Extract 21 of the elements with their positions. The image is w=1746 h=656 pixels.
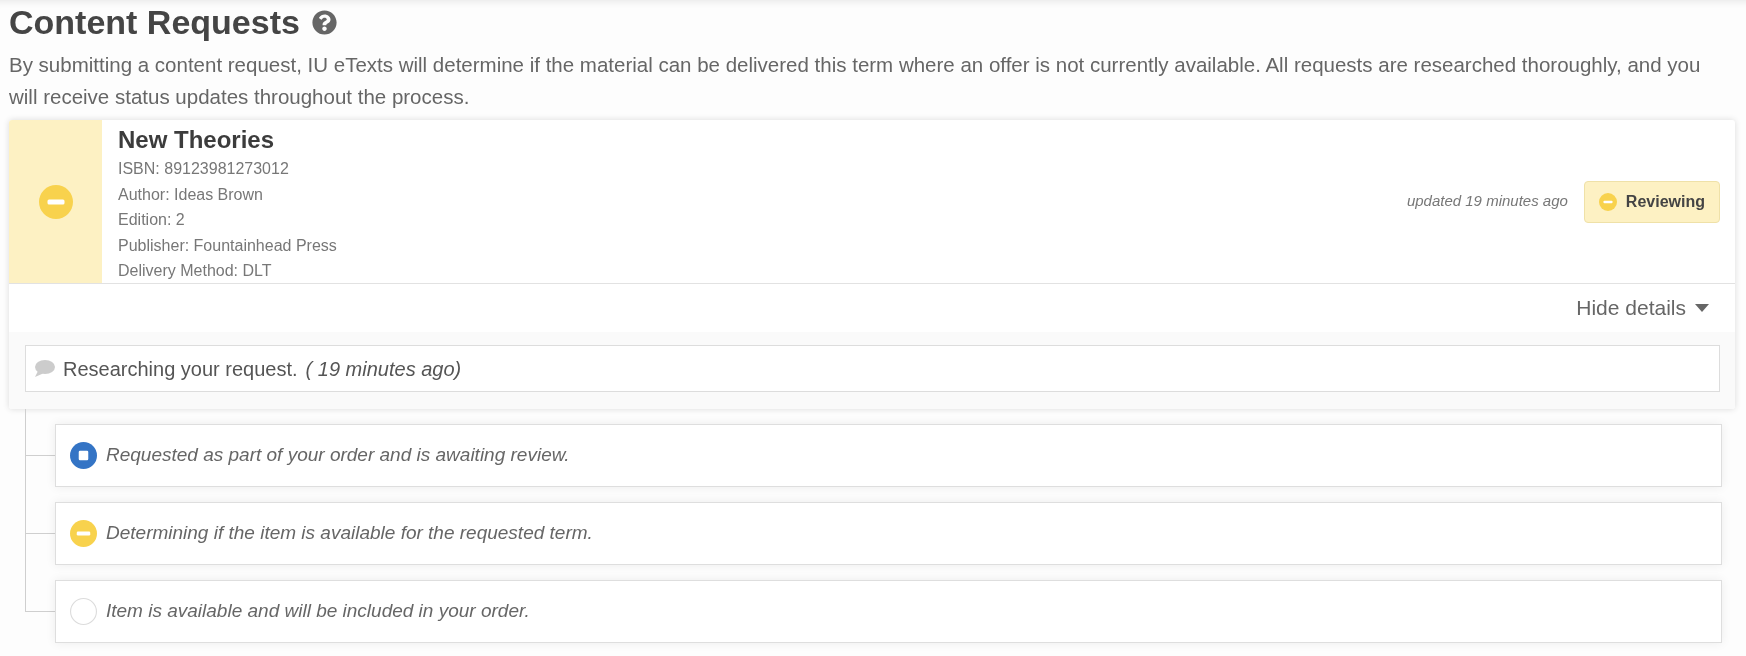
minus-circle-icon (1598, 192, 1617, 211)
request-title: New Theories (118, 125, 276, 155)
step-text: Requested as part of your order and is awaiting review. (106, 443, 570, 468)
detail-line: Author: Ideas Brown (118, 184, 264, 205)
comment-text: Researching your request. (63, 356, 298, 382)
detail-line: Edition: 2 (118, 210, 186, 230)
caret-down-icon (1695, 304, 1709, 312)
hide-details-button[interactable]: Hide details (1576, 292, 1709, 324)
status-label: Reviewing (1625, 191, 1705, 212)
speech-bubble-icon (34, 360, 55, 377)
help-icon[interactable] (311, 9, 337, 35)
detail-line: Publisher: Fountainhead Press (118, 235, 338, 256)
updated-time: updated 19 minutes ago (1406, 191, 1568, 212)
step-text: Determining if the item is available for the requested term. (106, 521, 593, 546)
minus-circle-icon (38, 184, 73, 219)
detail-line: ISBN: 89123981273012 (118, 159, 290, 179)
detail-line: Delivery Method: DLT (118, 261, 273, 281)
page-description: By submitting a content request, IU eTexts will determine if the material can be delivered this term where an offer is not currently available. All requests are researched thoroughly, and you will receive status updates throughout the process. (9, 52, 1702, 110)
step-text: Item is available and will be included in your order. (106, 599, 530, 624)
comment-time: ( 19 minutes ago) (305, 356, 462, 382)
page-title: Content Requests (9, 2, 300, 42)
